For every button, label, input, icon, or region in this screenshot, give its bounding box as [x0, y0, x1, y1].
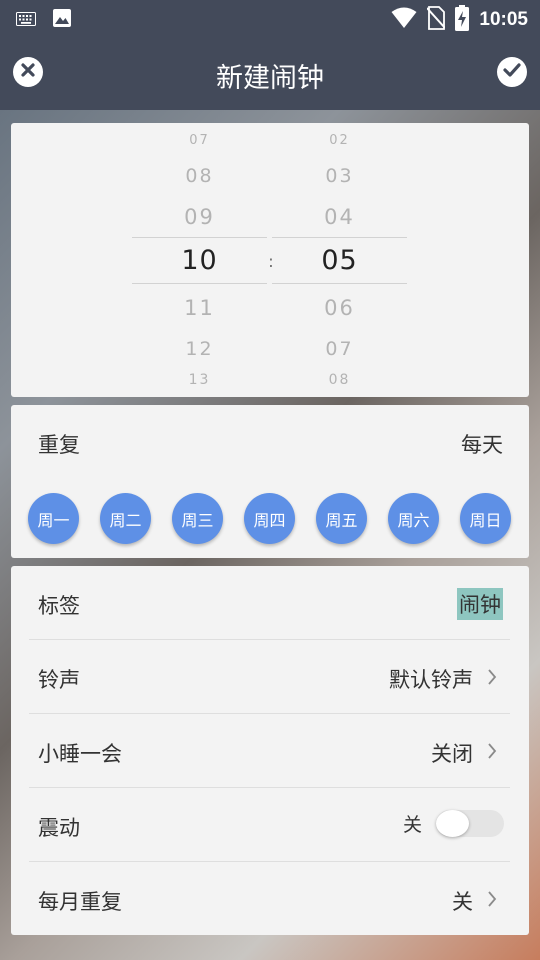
- minute-selected[interactable]: 05: [272, 245, 407, 276]
- check-icon: [503, 62, 521, 82]
- ringtone-row[interactable]: 铃声 默认铃声: [11, 640, 529, 714]
- wifi-icon: [391, 7, 417, 33]
- ringtone-label: 铃声: [38, 668, 80, 692]
- hour-wheel[interactable]: 07 08 09 10 11 12 13: [132, 123, 267, 397]
- tag-input[interactable]: 闹钟: [457, 588, 503, 620]
- battery-charging-icon: [455, 5, 470, 35]
- repeat-card: 重复 每天 周一 周二 周三 周四 周五 周六 周日: [11, 405, 529, 558]
- minute-option[interactable]: 02: [272, 133, 407, 148]
- day-button-sat[interactable]: 周六: [388, 493, 439, 544]
- time-picker-card: 07 08 09 10 11 12 13 : 02 03 04 05 06 07…: [11, 123, 529, 397]
- hour-option[interactable]: 13: [132, 372, 267, 388]
- monthly-repeat-row[interactable]: 每月重复 关: [11, 862, 529, 936]
- hour-option[interactable]: 09: [132, 205, 267, 229]
- vibrate-state: 关: [402, 814, 422, 836]
- no-sim-icon: [426, 6, 447, 34]
- monthly-repeat-label: 每月重复: [38, 890, 122, 914]
- picker-line-bottom: [272, 283, 407, 284]
- hour-option[interactable]: 07: [132, 133, 267, 148]
- day-button-tue[interactable]: 周二: [100, 493, 151, 544]
- chevron-right-icon: [487, 667, 497, 691]
- repeat-label: 重复: [38, 433, 80, 457]
- monthly-repeat-value: 关: [452, 890, 473, 914]
- picker-line-top: [272, 237, 407, 238]
- tag-label: 标签: [38, 594, 80, 618]
- picker-line-bottom: [132, 283, 267, 284]
- status-bar: 10:05: [0, 0, 540, 36]
- page-title: 新建闹钟: [216, 63, 324, 94]
- hour-selected[interactable]: 10: [132, 245, 267, 276]
- vibrate-toggle[interactable]: [436, 810, 504, 837]
- minute-option[interactable]: 06: [272, 296, 407, 320]
- vibrate-row: 震动 关: [11, 788, 529, 862]
- day-button-wed[interactable]: 周三: [172, 493, 223, 544]
- snooze-row[interactable]: 小睡一会 关闭: [11, 714, 529, 788]
- status-time: 10:05: [479, 9, 528, 30]
- image-icon: [52, 8, 72, 32]
- minute-option[interactable]: 04: [272, 205, 407, 229]
- vibrate-label: 震动: [38, 816, 80, 840]
- keyboard-icon: [16, 11, 36, 30]
- repeat-value[interactable]: 每天: [461, 429, 503, 459]
- day-button-thu[interactable]: 周四: [244, 493, 295, 544]
- minute-option[interactable]: 03: [272, 165, 407, 187]
- toggle-knob: [436, 810, 469, 837]
- minute-option[interactable]: 08: [272, 372, 407, 388]
- chevron-right-icon: [487, 889, 497, 913]
- hour-option[interactable]: 11: [132, 296, 267, 320]
- settings-card: 标签 闹钟 铃声 默认铃声 小睡一会 关闭 震动 关 每月重复 关: [11, 566, 529, 935]
- day-button-fri[interactable]: 周五: [316, 493, 367, 544]
- app-bar: 新建闹钟: [0, 36, 540, 110]
- minute-option[interactable]: 07: [272, 338, 407, 360]
- snooze-label: 小睡一会: [38, 742, 122, 766]
- picker-line-top: [132, 237, 267, 238]
- day-button-mon[interactable]: 周一: [28, 493, 79, 544]
- hour-option[interactable]: 12: [132, 338, 267, 360]
- tag-row[interactable]: 标签 闹钟: [11, 566, 529, 640]
- chevron-right-icon: [487, 741, 497, 765]
- snooze-value: 关闭: [431, 742, 473, 766]
- confirm-button[interactable]: [497, 57, 527, 87]
- ringtone-value: 默认铃声: [389, 668, 473, 692]
- day-button-sun[interactable]: 周日: [460, 493, 511, 544]
- minute-wheel[interactable]: 02 03 04 05 06 07 08: [272, 123, 407, 397]
- hour-option[interactable]: 08: [132, 165, 267, 187]
